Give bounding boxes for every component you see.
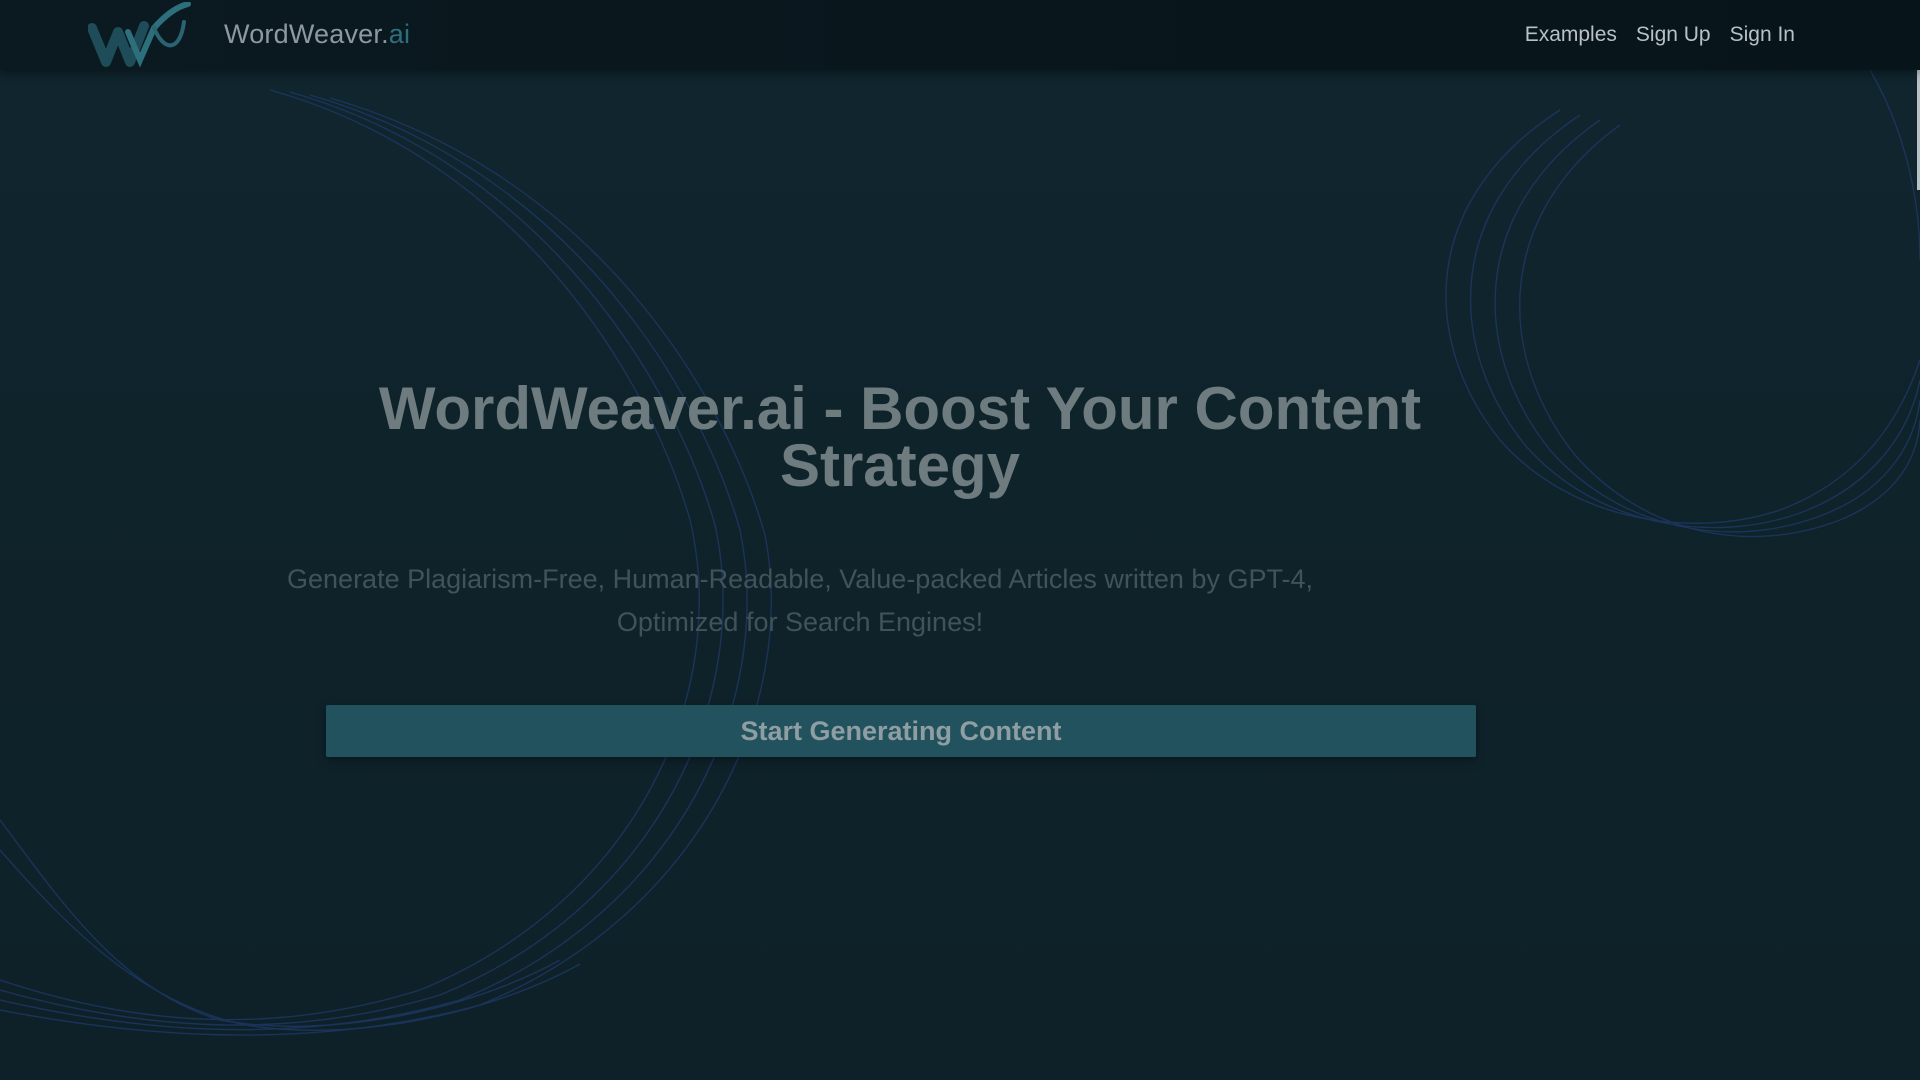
nav-links: Examples Sign Up Sign In (1525, 20, 1795, 50)
top-navbar: WordWeaver.ai Examples Sign Up Sign In (0, 0, 1920, 70)
hero-subtitle: Generate Plagiarism-Free, Human-Readable… (287, 564, 1313, 637)
brand-name[interactable]: WordWeaver.ai (224, 16, 410, 52)
nav-link-sign-up[interactable]: Sign Up (1636, 20, 1711, 50)
brand-name-suffix: ai (388, 19, 411, 49)
nav-link-sign-in[interactable]: Sign In (1730, 20, 1795, 50)
brand-name-main: WordWeaver. (224, 19, 389, 49)
landing-page: WordWeaver.ai Examples Sign Up Sign In W… (0, 0, 1920, 1080)
background-wave-decoration (0, 69, 1920, 1036)
start-generating-button[interactable]: Start Generating Content (326, 705, 1476, 757)
ww-logo-icon[interactable] (88, 2, 192, 68)
nav-link-examples[interactable]: Examples (1525, 20, 1617, 50)
hero-title: WordWeaver.ai - Boost Your Content Strat… (378, 375, 1422, 499)
